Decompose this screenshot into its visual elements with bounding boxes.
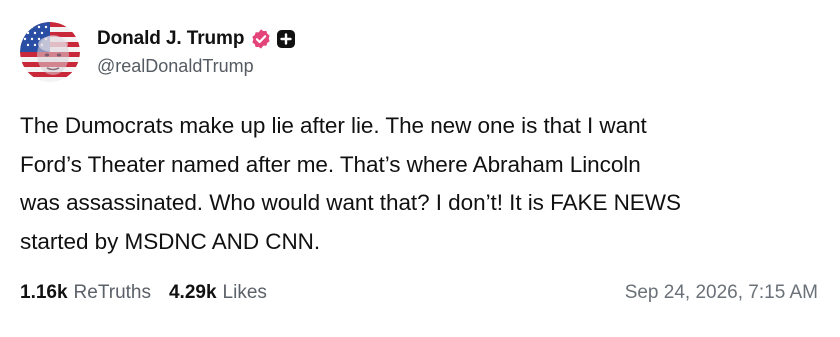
retruths-label: ReTruths [73, 282, 151, 303]
truth-post: Donald J. Trump @realDonaldTrump The Dum… [0, 0, 840, 337]
avatar-image [20, 22, 80, 82]
author-info: Donald J. Trump @realDonaldTrump [97, 26, 296, 77]
post-text-line: started by MSDNC AND CNN. [20, 228, 321, 254]
post-timestamp[interactable]: Sep 24, 2026, 7:15 AM [625, 282, 818, 304]
post-header: Donald J. Trump @realDonaldTrump [20, 20, 296, 84]
post-text-line: was assassinated. Who would want that? I… [20, 190, 681, 215]
likes-stat[interactable]: 4.29k Likes [169, 282, 267, 304]
name-row: Donald J. Trump [97, 26, 296, 52]
likes-count: 4.29k [168, 282, 217, 303]
retruths-count: 1.16k [20, 282, 68, 303]
post-text-line: The Dumocrats make up lie after lie. The… [20, 113, 647, 138]
avatar[interactable] [20, 22, 80, 82]
post-text-line: Ford’s Theater named after me. That’s wh… [20, 151, 641, 177]
author-handle[interactable]: @realDonaldTrump [97, 56, 296, 77]
likes-label: Likes [222, 282, 267, 303]
display-name[interactable]: Donald J. Trump [97, 28, 244, 50]
retruths-stat[interactable]: 1.16k ReTruths [20, 282, 151, 304]
post-stats: 1.16k ReTruths 4.29k Likes [20, 282, 285, 304]
plus-badge-icon [276, 29, 296, 49]
post-body: The Dumocrats make up lie after lie. The… [20, 107, 820, 261]
verified-badge-icon [250, 28, 272, 50]
